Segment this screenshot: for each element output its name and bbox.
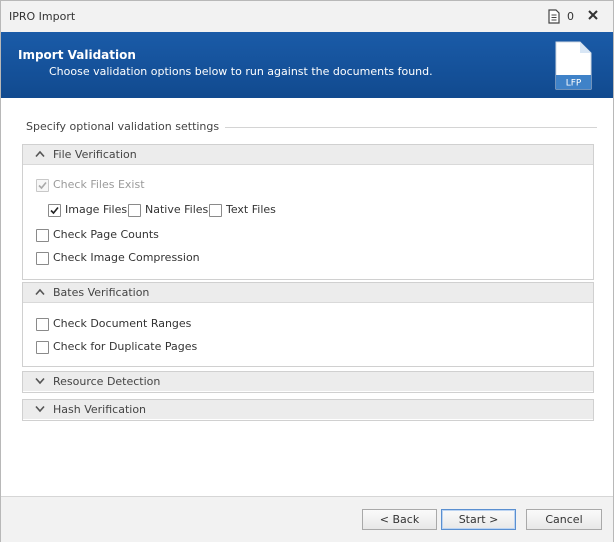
section-hash-verification: Hash Verification — [22, 399, 594, 421]
document-count: 0 — [567, 10, 574, 23]
checkbox-label: Check Image Compression — [53, 251, 200, 264]
window-title: IPRO Import — [9, 10, 76, 23]
checkmark-icon — [50, 206, 59, 215]
checkbox-box — [48, 204, 61, 217]
title-bar: IPRO Import 0 — [1, 1, 613, 32]
section-title: Bates Verification — [53, 286, 150, 299]
ipro-import-window: IPRO Import 0 Import Validation Choose v… — [0, 0, 614, 542]
section-title: Hash Verification — [53, 403, 147, 416]
checkbox-label: Check Page Counts — [53, 228, 159, 241]
checkbox-box — [36, 179, 49, 192]
checkbox-label: Check Files Exist — [53, 178, 145, 191]
start-button[interactable]: Start > — [441, 509, 516, 530]
document-icon[interactable] — [547, 9, 561, 24]
resource-detection-header[interactable]: Resource Detection — [23, 372, 593, 391]
close-icon[interactable] — [586, 8, 600, 22]
header-banner: Import Validation Choose validation opti… — [1, 32, 613, 98]
group-label: Specify optional validation settings — [26, 120, 226, 133]
checkbox-label: Text Files — [226, 203, 276, 216]
checkbox-box — [36, 341, 49, 354]
hash-verification-header[interactable]: Hash Verification — [23, 400, 593, 419]
section-file-verification: File Verification Check Files Exist Imag… — [22, 144, 594, 280]
back-button[interactable]: < Back — [362, 509, 437, 530]
lfp-icon-label: LFP — [566, 79, 582, 89]
section-title: File Verification — [53, 148, 137, 161]
bates-verification-header[interactable]: Bates Verification — [23, 283, 593, 303]
chevron-down-icon — [35, 377, 45, 385]
chevron-up-icon — [35, 150, 45, 158]
lfp-file-icon: LFP — [555, 41, 592, 90]
section-bates-verification: Bates Verification Check Document Ranges… — [22, 282, 594, 367]
checkbox-label: Check for Duplicate Pages — [53, 340, 198, 353]
section-resource-detection: Resource Detection — [22, 371, 594, 393]
chevron-down-icon — [35, 405, 45, 413]
chevron-up-icon — [35, 288, 45, 296]
checkbox-box — [36, 318, 49, 331]
checkbox-box — [36, 229, 49, 242]
checkbox-box — [36, 252, 49, 265]
section-title: Resource Detection — [53, 375, 161, 388]
checkbox-label: Check Document Ranges — [53, 317, 192, 330]
dialog-footer: < Back Start > Cancel — [1, 496, 613, 542]
checkmark-icon — [38, 181, 47, 190]
checkbox-label: Native Files — [145, 203, 209, 216]
cancel-button[interactable]: Cancel — [526, 509, 602, 530]
page-title: Import Validation — [18, 48, 136, 62]
checkbox-box — [209, 204, 222, 217]
main-content: Specify optional validation settings Fil… — [1, 98, 613, 496]
checkbox-label: Image Files — [65, 203, 128, 216]
page-subtitle: Choose validation options below to run a… — [49, 65, 433, 78]
file-verification-header[interactable]: File Verification — [23, 145, 593, 165]
checkbox-box — [128, 204, 141, 217]
